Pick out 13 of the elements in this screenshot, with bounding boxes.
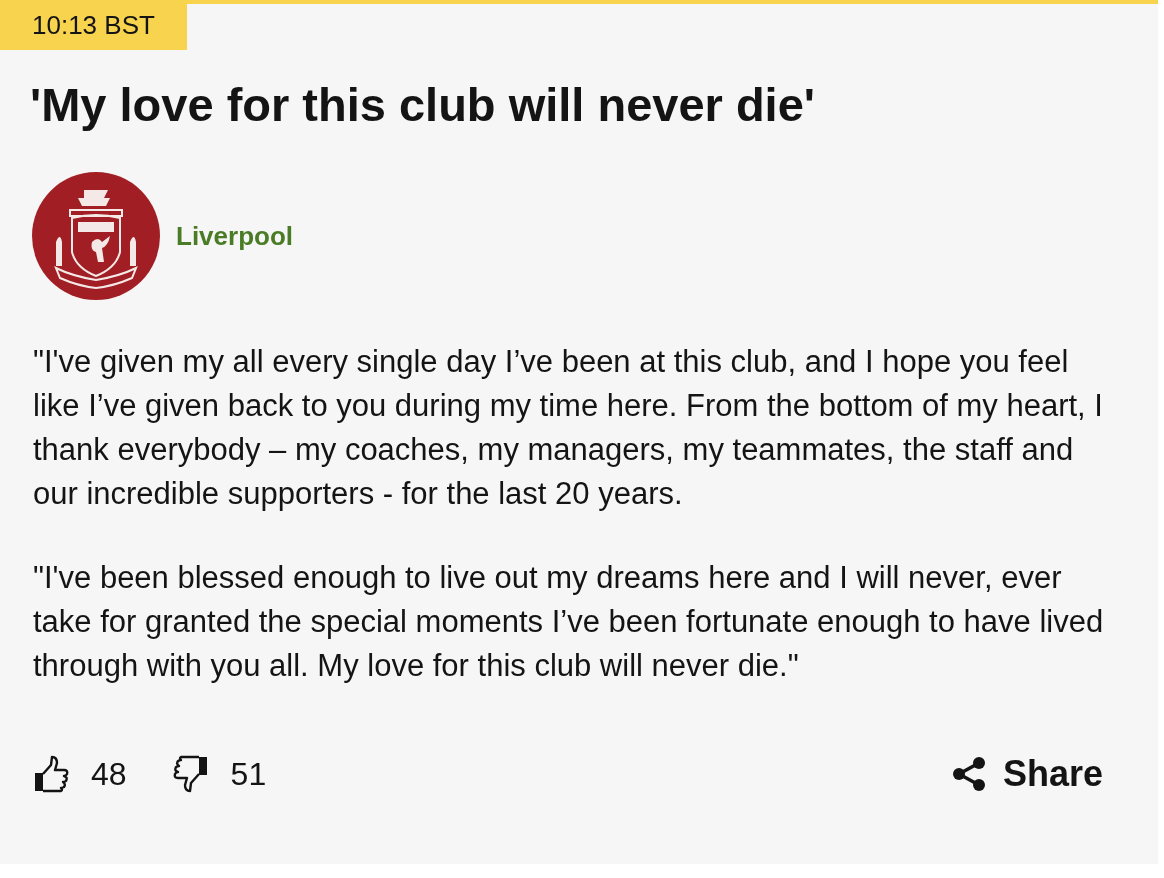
share-button[interactable]: Share [952, 753, 1103, 795]
author-name: Liverpool [176, 220, 293, 252]
dislike-count: 51 [230, 755, 267, 793]
like-button[interactable]: 48 [33, 755, 127, 793]
time-badge: 10:13 BST [0, 0, 187, 50]
post-title: 'My love for this club will never die' [30, 77, 816, 133]
like-count: 48 [91, 755, 127, 793]
dislike-button[interactable]: 51 [172, 755, 267, 793]
quote-paragraph: "I've given my all every single day I’ve been at this club, and I hope you feel like I’ve given back to you during my time here. From the bottom of my heart, I thank everybody – my coaches, my managers, my teammates, the staff and our incredible supporters - for the last 20 years. [33, 343, 1104, 513]
share-icon [952, 757, 985, 791]
quote-paragraph: "I've been blessed enough to live out my dreams here and I will never, ever take for granted the special moments I’ve been fortunate enough to have lived through with you all. My love for this club will never die." [33, 559, 1105, 685]
thumbs-up-icon [33, 755, 69, 793]
thumbs-down-icon [172, 755, 209, 793]
